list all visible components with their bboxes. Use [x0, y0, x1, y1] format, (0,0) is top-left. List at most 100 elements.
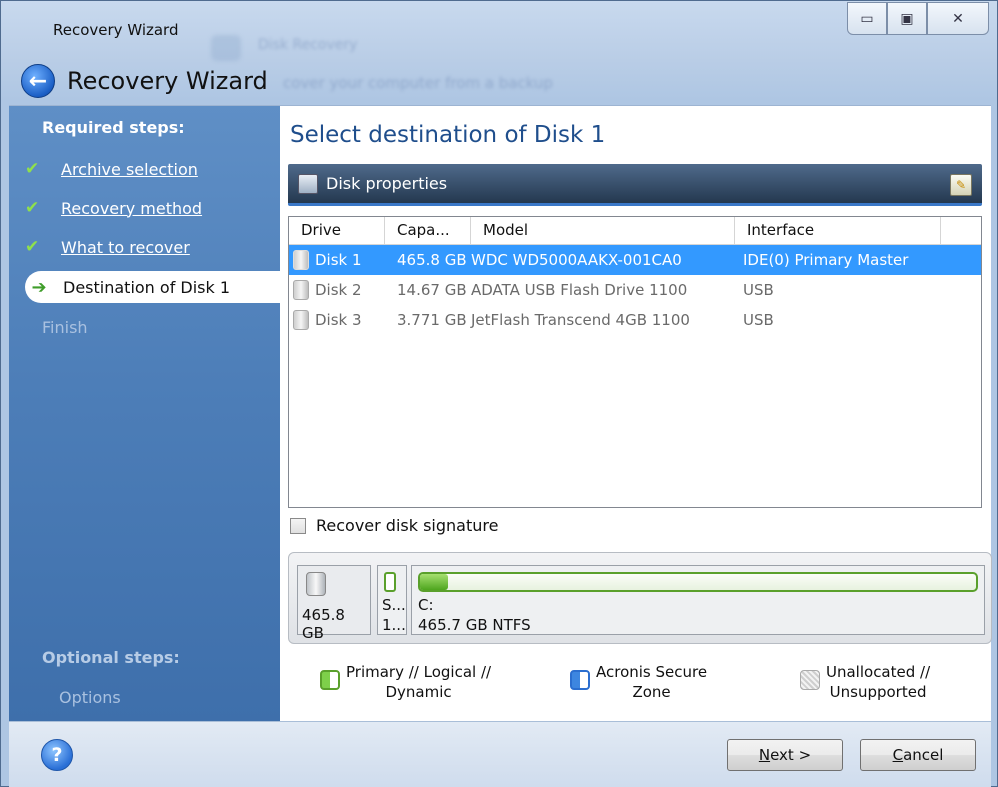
wizard-footer: ? Next > Cancel — [9, 721, 991, 787]
column-interface[interactable]: Interface — [735, 217, 941, 244]
step-current-destination: ➔ Destination of Disk 1 — [25, 271, 280, 303]
step-finish: Finish — [42, 312, 88, 342]
minimize-button[interactable]: ▭ — [847, 2, 887, 35]
next-mnemonic: N — [758, 746, 771, 764]
acronis-secure-zone-icon — [570, 670, 590, 690]
ghost-title-text: Disk Recovery — [258, 37, 358, 53]
minimize-icon: ▭ — [860, 10, 874, 27]
main-panel: Select destination of Disk 1 Disk proper… — [280, 106, 992, 722]
step-what-to-recover[interactable]: ✔ What to recover — [25, 232, 190, 262]
checkmark-icon: ✔ — [25, 198, 40, 218]
column-drive[interactable]: Drive — [289, 217, 385, 244]
step-recovery-method[interactable]: ✔ Recovery method — [25, 193, 202, 223]
legend-unallocated-label: Unallocated //Unsupported — [826, 663, 931, 701]
model-cell: WDC WD5000AAKX-001CA0 — [471, 251, 682, 269]
next-button[interactable]: Next > — [727, 739, 843, 771]
back-arrow-icon[interactable]: ← — [21, 64, 55, 98]
hard-disk-icon — [293, 250, 309, 270]
disk-properties-icon — [298, 173, 318, 194]
page-title: Select destination of Disk 1 — [290, 122, 606, 148]
drive-cell: Disk 1 — [315, 251, 362, 269]
step-label: Options — [59, 687, 121, 707]
primary-partition-icon — [320, 670, 340, 690]
hard-disk-icon — [306, 572, 326, 596]
disk-map-size: 465.8 GB — [302, 606, 345, 642]
optional-steps-heading: Optional steps: — [42, 648, 180, 667]
step-options: Options — [59, 682, 121, 712]
partition-usage-fill — [420, 574, 448, 590]
partition-system-reserved[interactable]: S... 1... — [377, 565, 407, 635]
cancel-button[interactable]: Cancel — [860, 739, 976, 771]
unallocated-icon — [800, 670, 820, 690]
partition-info: 465.7 GB NTFS — [418, 616, 531, 634]
required-steps-heading: Required steps: — [42, 118, 185, 137]
model-cell: JetFlash Transcend 4GB 1100 — [471, 311, 690, 329]
legend-primary: Primary // Logical //Dynamic — [320, 662, 491, 702]
legend-asz-label: Acronis Secure Zone — [596, 663, 708, 701]
cancel-label-rest: ancel — [903, 746, 944, 764]
capacity-cell: 465.8 GB — [397, 251, 467, 269]
ghost-disk-icon — [211, 35, 241, 61]
disk-properties-label: Disk properties — [326, 174, 448, 193]
recover-disk-signature[interactable]: Recover disk signature — [290, 516, 498, 535]
legend-unallocated: Unallocated //Unsupported — [800, 662, 930, 702]
step-label: Finish — [42, 317, 88, 337]
disk-map-disk[interactable]: 465.8 GB — [297, 565, 371, 642]
disk-row-1[interactable]: Disk 1 465.8 GB WDC WD5000AAKX-001CA0 ID… — [289, 245, 981, 275]
disk-row-2[interactable]: Disk 2 14.67 GB ADATA USB Flash Drive 11… — [289, 275, 981, 305]
partition-bar-icon — [384, 572, 396, 592]
nav-title: Recovery Wizard — [67, 67, 268, 95]
partition-size: 1... — [382, 616, 406, 634]
interface-cell: IDE(0) Primary Master — [743, 251, 909, 269]
recovery-wizard-window: Recovery Wizard Disk Recovery ▭ ▣ ✕ ← Re… — [0, 0, 998, 787]
disk-list-header: Drive Capa... Model Interface — [289, 217, 981, 245]
disk-list[interactable]: Drive Capa... Model Interface Disk 1 465… — [288, 216, 982, 508]
step-label: Archive selection — [61, 159, 198, 179]
hard-disk-icon — [293, 280, 309, 300]
legend-asz: Acronis Secure Zone — [570, 662, 707, 702]
checkmark-icon: ✔ — [25, 237, 40, 257]
ghost-subtitle-text: cover your computer from a backup — [283, 74, 553, 92]
step-label: What to recover — [61, 237, 190, 257]
help-icon[interactable]: ? — [41, 739, 73, 771]
current-step-label: Destination of Disk 1 — [63, 277, 231, 297]
window-controls: ▭ ▣ ✕ — [847, 2, 989, 35]
partition-letter: C: — [418, 596, 434, 614]
capacity-cell: 3.771 GB — [397, 311, 467, 329]
step-archive-selection[interactable]: ✔ Archive selection — [25, 154, 198, 184]
close-button[interactable]: ✕ — [927, 2, 989, 35]
column-capacity[interactable]: Capa... — [385, 217, 471, 244]
maximize-button[interactable]: ▣ — [887, 2, 927, 35]
cancel-mnemonic: C — [892, 746, 904, 764]
next-label-rest: ext > — [770, 746, 812, 764]
disk-map: 465.8 GB S... 1... C: 465.7 GB NTFS — [288, 552, 992, 644]
partition-label: S... — [382, 596, 406, 614]
partition-usage-bar — [418, 572, 978, 592]
capacity-cell: 14.67 GB — [397, 281, 467, 299]
column-spacer — [941, 217, 981, 244]
title-bar[interactable]: Recovery Wizard Disk Recovery ▭ ▣ ✕ — [1, 1, 998, 61]
disk-row-3[interactable]: Disk 3 3.771 GB JetFlash Transcend 4GB 1… — [289, 305, 981, 335]
content-area: Required steps: ✔ Archive selection ✔ Re… — [9, 105, 992, 722]
partition-c[interactable]: C: 465.7 GB NTFS — [411, 565, 985, 635]
model-cell: ADATA USB Flash Drive 1100 — [471, 281, 688, 299]
column-model[interactable]: Model — [471, 217, 735, 244]
drive-cell: Disk 3 — [315, 311, 362, 329]
close-icon: ✕ — [952, 10, 964, 27]
hard-disk-icon — [293, 310, 309, 330]
window-title: Recovery Wizard — [53, 21, 179, 39]
step-label: Recovery method — [61, 198, 203, 218]
nav-row: ← Recovery Wizard — [21, 61, 268, 101]
disk-properties-bar: Disk properties ✎ — [288, 164, 982, 206]
steps-sidebar: Required steps: ✔ Archive selection ✔ Re… — [9, 106, 280, 722]
maximize-icon: ▣ — [900, 10, 914, 27]
checkmark-icon: ✔ — [25, 159, 40, 179]
drive-cell: Disk 2 — [315, 281, 362, 299]
legend-primary-label: Primary // Logical //Dynamic — [346, 663, 492, 701]
interface-cell: USB — [743, 311, 774, 329]
properties-edit-icon[interactable]: ✎ — [950, 174, 972, 196]
interface-cell: USB — [743, 281, 774, 299]
current-step-arrow-icon: ➔ — [31, 276, 47, 298]
recover-signature-label: Recover disk signature — [316, 516, 499, 535]
recover-signature-checkbox[interactable] — [290, 517, 306, 534]
